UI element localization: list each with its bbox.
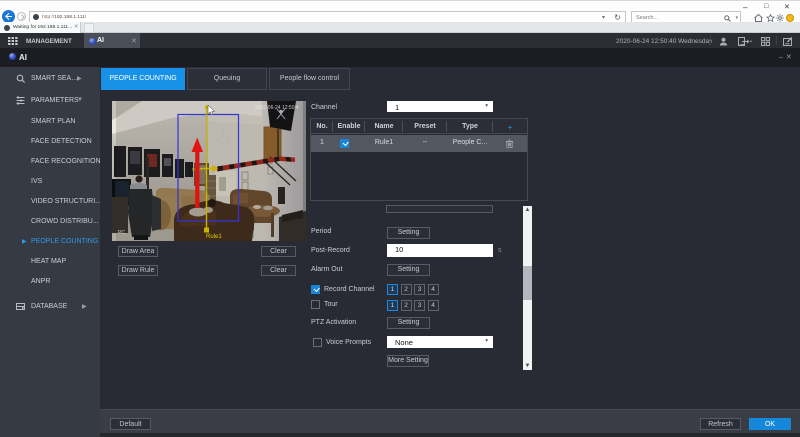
svg-text:Rule1: Rule1	[206, 234, 222, 240]
svg-text:2020-06-24 12:50:4: 2020-06-24 12:50:4	[255, 105, 299, 111]
svg-text:PC: PC	[118, 230, 125, 236]
